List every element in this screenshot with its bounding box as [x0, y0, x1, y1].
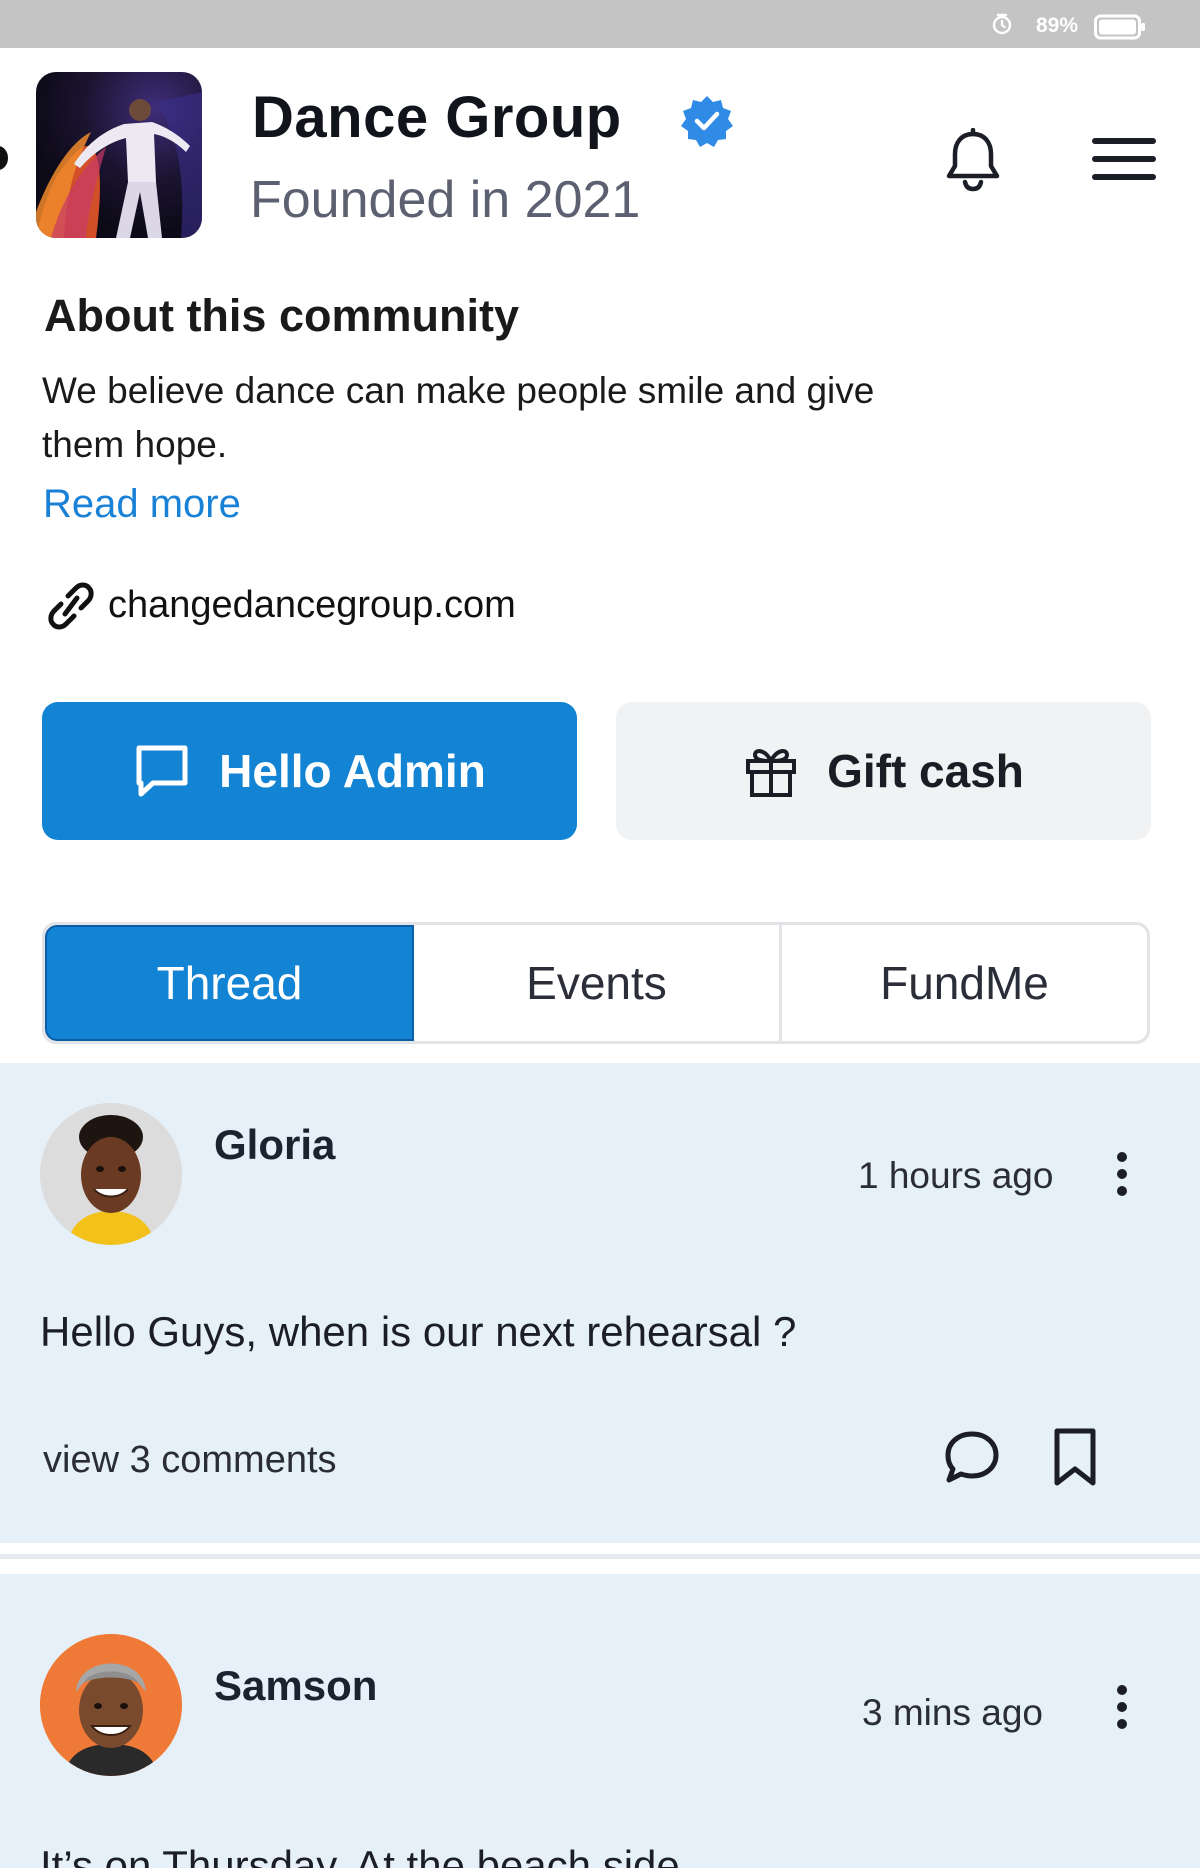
edge-indicator [0, 146, 8, 170]
avatar[interactable] [40, 1634, 182, 1776]
group-subtitle: Founded in 2021 [250, 171, 641, 229]
tab-thread[interactable]: Thread [45, 925, 414, 1041]
thread-post: Gloria 1 hours ago Hello Guys, when is o… [0, 1063, 1200, 1543]
battery-percentage: 89% [1036, 14, 1079, 37]
post-text: It’s on Thursday. At the beach side. [40, 1842, 692, 1868]
alarm-icon [992, 13, 1012, 35]
more-options-icon[interactable] [1110, 1684, 1134, 1730]
avatar[interactable] [40, 1103, 182, 1245]
tab-events[interactable]: Events [414, 925, 782, 1041]
more-options-icon[interactable] [1110, 1151, 1134, 1197]
post-text: Hello Guys, when is our next rehearsal ? [40, 1308, 797, 1355]
gloria-avatar-image [40, 1103, 182, 1245]
samson-avatar-image [40, 1634, 182, 1776]
group-avatar[interactable] [36, 72, 202, 238]
bookmark-icon[interactable] [1050, 1427, 1100, 1487]
bell-icon[interactable] [944, 128, 1002, 192]
post-divider [0, 1554, 1200, 1559]
hello-admin-label: Hello Admin [219, 745, 486, 797]
status-bar: 89% [0, 0, 1200, 48]
comment-icon[interactable] [942, 1427, 1002, 1487]
gift-cash-button[interactable]: Gift cash [616, 702, 1151, 840]
about-description: We believe dance can make people smile a… [42, 370, 875, 465]
message-icon [136, 745, 188, 797]
tab-fundme[interactable]: FundMe [782, 925, 1147, 1041]
view-comments-link[interactable]: view 3 comments [43, 1439, 337, 1482]
gift-cash-label: Gift cash [827, 745, 1024, 797]
tab-bar: Thread Events FundMe [42, 922, 1150, 1044]
post-author[interactable]: Samson [214, 1662, 377, 1710]
read-more-link[interactable]: Read more [43, 482, 241, 527]
hamburger-menu-icon[interactable] [1090, 134, 1158, 184]
hello-admin-button[interactable]: Hello Admin [42, 702, 577, 840]
website-link[interactable]: changedancegroup.com [108, 584, 516, 627]
post-timestamp: 3 mins ago [862, 1692, 1043, 1733]
post-timestamp: 1 hours ago [858, 1155, 1054, 1196]
group-title: Dance Group [252, 85, 622, 150]
dancer-image [36, 92, 202, 238]
thread-post: Samson 3 mins ago It’s on Thursday. At t… [0, 1574, 1200, 1868]
gift-icon [746, 749, 797, 797]
post-author[interactable]: Gloria [214, 1121, 335, 1169]
about-heading: About this community [44, 290, 519, 341]
link-icon [48, 582, 94, 630]
battery-icon [1094, 14, 1145, 40]
verified-badge-icon [681, 96, 733, 147]
